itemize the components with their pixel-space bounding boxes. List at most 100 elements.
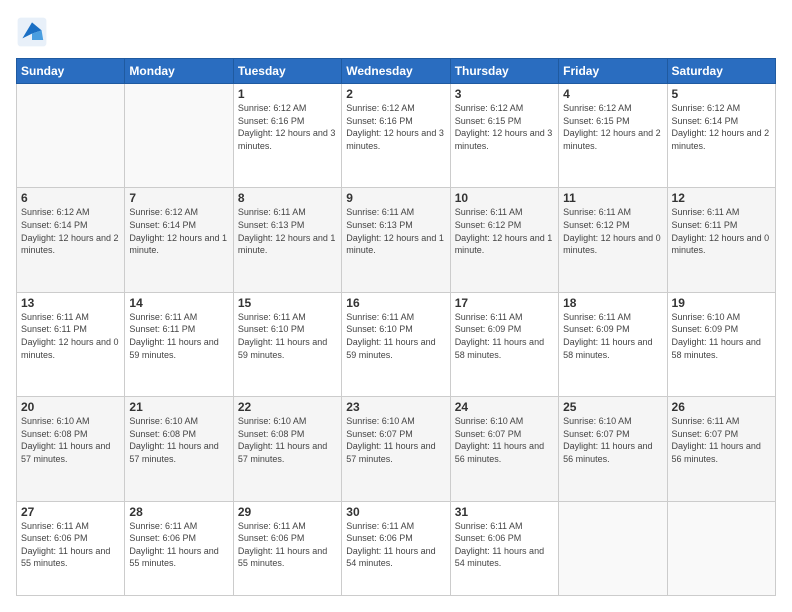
day-info: Sunrise: 6:11 AM Sunset: 6:11 PM Dayligh… [21, 311, 120, 361]
day-info: Sunrise: 6:11 AM Sunset: 6:07 PM Dayligh… [672, 415, 771, 465]
day-info: Sunrise: 6:10 AM Sunset: 6:08 PM Dayligh… [21, 415, 120, 465]
day-number: 13 [21, 296, 120, 310]
day-info: Sunrise: 6:11 AM Sunset: 6:06 PM Dayligh… [129, 520, 228, 570]
day-number: 15 [238, 296, 337, 310]
day-info: Sunrise: 6:11 AM Sunset: 6:11 PM Dayligh… [672, 206, 771, 256]
logo [16, 16, 52, 48]
day-info: Sunrise: 6:11 AM Sunset: 6:13 PM Dayligh… [346, 206, 445, 256]
calendar-cell: 26Sunrise: 6:11 AM Sunset: 6:07 PM Dayli… [667, 397, 775, 501]
day-number: 18 [563, 296, 662, 310]
day-info: Sunrise: 6:11 AM Sunset: 6:12 PM Dayligh… [455, 206, 554, 256]
calendar-week-row: 6Sunrise: 6:12 AM Sunset: 6:14 PM Daylig… [17, 188, 776, 292]
day-number: 22 [238, 400, 337, 414]
day-number: 9 [346, 191, 445, 205]
calendar-cell: 6Sunrise: 6:12 AM Sunset: 6:14 PM Daylig… [17, 188, 125, 292]
day-number: 6 [21, 191, 120, 205]
day-info: Sunrise: 6:11 AM Sunset: 6:10 PM Dayligh… [346, 311, 445, 361]
day-info: Sunrise: 6:11 AM Sunset: 6:06 PM Dayligh… [346, 520, 445, 570]
day-info: Sunrise: 6:12 AM Sunset: 6:14 PM Dayligh… [21, 206, 120, 256]
day-number: 2 [346, 87, 445, 101]
day-number: 8 [238, 191, 337, 205]
calendar-cell: 27Sunrise: 6:11 AM Sunset: 6:06 PM Dayli… [17, 501, 125, 596]
weekday-header: Friday [559, 59, 667, 84]
calendar-header-row: SundayMondayTuesdayWednesdayThursdayFrid… [17, 59, 776, 84]
calendar-cell: 16Sunrise: 6:11 AM Sunset: 6:10 PM Dayli… [342, 292, 450, 396]
calendar-cell [125, 84, 233, 188]
calendar-cell: 4Sunrise: 6:12 AM Sunset: 6:15 PM Daylig… [559, 84, 667, 188]
weekday-header: Monday [125, 59, 233, 84]
weekday-header: Saturday [667, 59, 775, 84]
weekday-header: Thursday [450, 59, 558, 84]
day-info: Sunrise: 6:10 AM Sunset: 6:08 PM Dayligh… [238, 415, 337, 465]
day-number: 5 [672, 87, 771, 101]
day-number: 21 [129, 400, 228, 414]
day-info: Sunrise: 6:12 AM Sunset: 6:15 PM Dayligh… [563, 102, 662, 152]
weekday-header: Tuesday [233, 59, 341, 84]
day-info: Sunrise: 6:12 AM Sunset: 6:14 PM Dayligh… [672, 102, 771, 152]
day-number: 11 [563, 191, 662, 205]
day-number: 12 [672, 191, 771, 205]
calendar-cell: 9Sunrise: 6:11 AM Sunset: 6:13 PM Daylig… [342, 188, 450, 292]
day-info: Sunrise: 6:11 AM Sunset: 6:09 PM Dayligh… [455, 311, 554, 361]
calendar-cell: 12Sunrise: 6:11 AM Sunset: 6:11 PM Dayli… [667, 188, 775, 292]
day-info: Sunrise: 6:10 AM Sunset: 6:09 PM Dayligh… [672, 311, 771, 361]
weekday-header: Sunday [17, 59, 125, 84]
day-number: 4 [563, 87, 662, 101]
day-info: Sunrise: 6:11 AM Sunset: 6:11 PM Dayligh… [129, 311, 228, 361]
day-number: 26 [672, 400, 771, 414]
calendar-cell: 15Sunrise: 6:11 AM Sunset: 6:10 PM Dayli… [233, 292, 341, 396]
day-number: 27 [21, 505, 120, 519]
day-number: 17 [455, 296, 554, 310]
calendar-cell: 5Sunrise: 6:12 AM Sunset: 6:14 PM Daylig… [667, 84, 775, 188]
day-info: Sunrise: 6:11 AM Sunset: 6:06 PM Dayligh… [238, 520, 337, 570]
calendar-cell: 25Sunrise: 6:10 AM Sunset: 6:07 PM Dayli… [559, 397, 667, 501]
calendar-cell: 20Sunrise: 6:10 AM Sunset: 6:08 PM Dayli… [17, 397, 125, 501]
day-info: Sunrise: 6:11 AM Sunset: 6:09 PM Dayligh… [563, 311, 662, 361]
day-info: Sunrise: 6:11 AM Sunset: 6:10 PM Dayligh… [238, 311, 337, 361]
day-info: Sunrise: 6:12 AM Sunset: 6:15 PM Dayligh… [455, 102, 554, 152]
day-number: 30 [346, 505, 445, 519]
calendar-cell [667, 501, 775, 596]
day-info: Sunrise: 6:12 AM Sunset: 6:16 PM Dayligh… [238, 102, 337, 152]
calendar-week-row: 13Sunrise: 6:11 AM Sunset: 6:11 PM Dayli… [17, 292, 776, 396]
day-number: 19 [672, 296, 771, 310]
day-number: 28 [129, 505, 228, 519]
day-number: 16 [346, 296, 445, 310]
day-number: 10 [455, 191, 554, 205]
calendar-cell: 10Sunrise: 6:11 AM Sunset: 6:12 PM Dayli… [450, 188, 558, 292]
calendar-cell: 18Sunrise: 6:11 AM Sunset: 6:09 PM Dayli… [559, 292, 667, 396]
calendar-cell: 1Sunrise: 6:12 AM Sunset: 6:16 PM Daylig… [233, 84, 341, 188]
calendar-cell: 17Sunrise: 6:11 AM Sunset: 6:09 PM Dayli… [450, 292, 558, 396]
calendar-cell: 14Sunrise: 6:11 AM Sunset: 6:11 PM Dayli… [125, 292, 233, 396]
day-number: 20 [21, 400, 120, 414]
calendar-cell: 7Sunrise: 6:12 AM Sunset: 6:14 PM Daylig… [125, 188, 233, 292]
calendar-cell: 3Sunrise: 6:12 AM Sunset: 6:15 PM Daylig… [450, 84, 558, 188]
calendar-cell: 23Sunrise: 6:10 AM Sunset: 6:07 PM Dayli… [342, 397, 450, 501]
calendar-cell: 19Sunrise: 6:10 AM Sunset: 6:09 PM Dayli… [667, 292, 775, 396]
day-info: Sunrise: 6:10 AM Sunset: 6:07 PM Dayligh… [563, 415, 662, 465]
day-number: 14 [129, 296, 228, 310]
calendar-cell [17, 84, 125, 188]
day-number: 31 [455, 505, 554, 519]
day-info: Sunrise: 6:12 AM Sunset: 6:14 PM Dayligh… [129, 206, 228, 256]
calendar-week-row: 1Sunrise: 6:12 AM Sunset: 6:16 PM Daylig… [17, 84, 776, 188]
day-number: 24 [455, 400, 554, 414]
day-info: Sunrise: 6:10 AM Sunset: 6:08 PM Dayligh… [129, 415, 228, 465]
day-info: Sunrise: 6:10 AM Sunset: 6:07 PM Dayligh… [455, 415, 554, 465]
day-info: Sunrise: 6:11 AM Sunset: 6:06 PM Dayligh… [455, 520, 554, 570]
day-number: 29 [238, 505, 337, 519]
calendar-table: SundayMondayTuesdayWednesdayThursdayFrid… [16, 58, 776, 596]
day-info: Sunrise: 6:12 AM Sunset: 6:16 PM Dayligh… [346, 102, 445, 152]
calendar-cell: 30Sunrise: 6:11 AM Sunset: 6:06 PM Dayli… [342, 501, 450, 596]
day-number: 7 [129, 191, 228, 205]
calendar-cell: 11Sunrise: 6:11 AM Sunset: 6:12 PM Dayli… [559, 188, 667, 292]
day-info: Sunrise: 6:11 AM Sunset: 6:12 PM Dayligh… [563, 206, 662, 256]
calendar-week-row: 27 Sunrise: 6:11 AM Sunset: 6:06 PM Dayli… [17, 501, 776, 596]
calendar-cell: 28Sunrise: 6:11 AM Sunset: 6:06 PM Dayli… [125, 501, 233, 596]
calendar-week-row: 20Sunrise: 6:10 AM Sunset: 6:08 PM Dayli… [17, 397, 776, 501]
day-info: Sunrise: 6:11 AM Sunset: 6:13 PM Dayligh… [238, 206, 337, 256]
calendar-cell: 21Sunrise: 6:10 AM Sunset: 6:08 PM Dayli… [125, 397, 233, 501]
calendar-cell: 31Sunrise: 6:11 AM Sunset: 6:06 PM Dayli… [450, 501, 558, 596]
calendar-cell: 8Sunrise: 6:11 AM Sunset: 6:13 PM Daylig… [233, 188, 341, 292]
day-number: 23 [346, 400, 445, 414]
